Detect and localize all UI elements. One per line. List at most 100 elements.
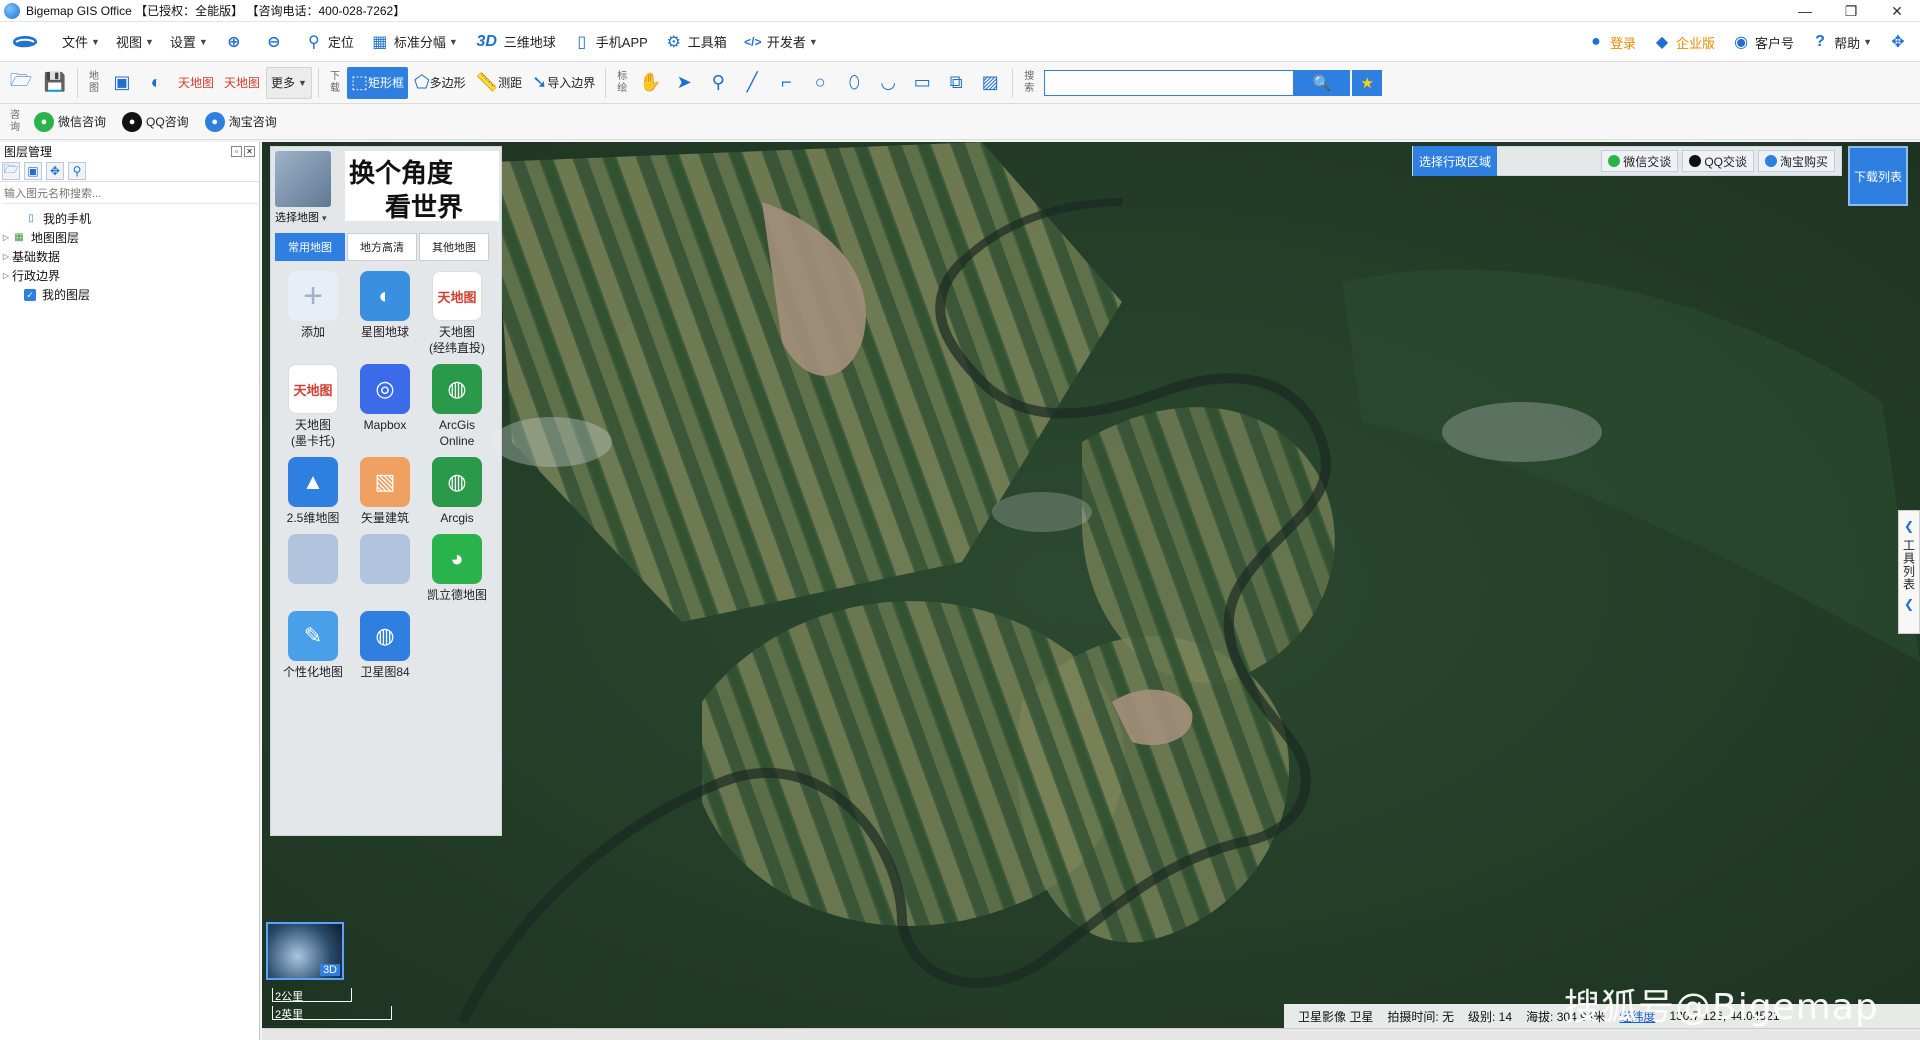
search-layer-button[interactable]: ⚲ xyxy=(68,161,86,180)
current-map-thumbnail[interactable] xyxy=(275,151,331,207)
close-icon[interactable]: ✕ xyxy=(244,145,255,157)
map-source-item[interactable]: ✎ 个性化地图 xyxy=(277,611,349,680)
map-source-item[interactable]: ◍ ArcGis Online xyxy=(421,364,493,449)
map-source-item[interactable]: 天地图 天地图 (经纬直投) xyxy=(421,271,493,356)
map-source-button-3[interactable]: 天地图 xyxy=(174,67,218,99)
tree-item-base-data[interactable]: ▷ 基础数据 xyxy=(0,247,259,266)
map-view[interactable]: 选择地图 ▾ 换个角度 看世界 常用地图 地方高清 其他地图 + 添加 ◐ 星图地球 天地… xyxy=(262,142,1920,1028)
rectangle-select-button[interactable]: ⬚ 矩形框 xyxy=(346,66,408,99)
search-input[interactable] xyxy=(1044,69,1295,96)
tree-item-map-layers[interactable]: ▷ ▦ 地图图层 xyxy=(0,228,259,247)
wechat-chat-button[interactable]: 微信交谈 xyxy=(1601,150,1679,172)
scale-mi: 2英里 xyxy=(272,1006,392,1021)
map-source-item[interactable]: ◕ 凯立德地图 xyxy=(421,534,493,603)
map-source-item[interactable] xyxy=(349,534,421,603)
layer-search-input[interactable] xyxy=(2,184,258,204)
tab-other-maps[interactable]: 其他地图 xyxy=(419,233,489,261)
import-boundary-button[interactable]: ➘ 导入边界 xyxy=(528,67,599,99)
taobao-buy-button[interactable]: 淘宝购买 xyxy=(1757,150,1835,172)
save-layer-button[interactable]: ▣ xyxy=(24,161,42,180)
chevron-right-icon[interactable]: ▷ xyxy=(0,252,12,261)
download-list-button[interactable]: 下载列表 xyxy=(1848,146,1908,206)
menu-settings[interactable]: 设置 ▼ xyxy=(162,22,216,62)
save-button[interactable]: 💾 xyxy=(39,67,71,99)
app-menu-icon[interactable] xyxy=(0,22,54,62)
pin-icon[interactable]: ▫ xyxy=(231,145,242,157)
tree-item-admin-boundary[interactable]: ▷ 行政边界 xyxy=(0,266,259,285)
map-source-item[interactable]: ▧ 矢量建筑 xyxy=(349,457,421,526)
map-source-item[interactable]: 天地图 天地图 (墨卡托) xyxy=(277,364,349,449)
menu-view[interactable]: 视图 ▼ xyxy=(108,22,162,62)
open-file-button[interactable]: 🗁 xyxy=(5,67,37,99)
marker-tool-button[interactable]: ⚲ xyxy=(702,67,734,99)
developer-label: 开发者 xyxy=(766,35,806,50)
login-button[interactable]: ● 登录 xyxy=(1578,22,1644,62)
map-source-item[interactable]: ◍ 卫星图84 xyxy=(349,611,421,680)
three-d-earth-label: 三维地球 xyxy=(503,35,556,50)
ellipse-tool-button[interactable]: ⬯ xyxy=(838,67,870,99)
help-button[interactable]: ? 帮助 ▼ xyxy=(1802,22,1880,62)
qq-chat-button[interactable]: QQ交谈 xyxy=(1682,150,1754,172)
map-source-item[interactable]: + 添加 xyxy=(277,271,349,356)
chevron-right-icon[interactable]: ▷ xyxy=(0,271,12,280)
more-maps-label: 更多 xyxy=(271,76,296,90)
measure-button[interactable]: 📏 测距 xyxy=(472,67,526,99)
locate-button[interactable]: ⚲ 定位 xyxy=(296,22,362,62)
standard-sheet-button[interactable]: ▦ 标准分幅 ▼ xyxy=(362,22,466,62)
account-button[interactable]: ◉ 客户号 xyxy=(1723,22,1802,62)
open-layer-button[interactable]: 🗁 xyxy=(2,161,20,180)
select-admin-region-button[interactable]: 选择行政区域 xyxy=(1413,146,1498,176)
map-source-item[interactable]: ◐ 星图地球 xyxy=(349,271,421,356)
polyline-tool-button[interactable]: ⌐ xyxy=(770,67,802,99)
favorites-button[interactable]: ★ xyxy=(1352,69,1383,96)
chevron-left-icon[interactable]: ❮ xyxy=(1904,519,1914,533)
map-source-item[interactable]: ◍ Arcgis xyxy=(421,457,493,526)
map-source-item[interactable] xyxy=(277,534,349,603)
taobao-consult-button[interactable]: ● 淘宝咨询 xyxy=(197,108,285,136)
more-maps-button[interactable]: 更多 ▼ xyxy=(266,66,312,99)
tab-common-maps[interactable]: 常用地图 xyxy=(275,233,345,261)
circle-tool-button[interactable]: ○ xyxy=(804,67,836,99)
map-source-button-2[interactable]: ◐ xyxy=(140,67,172,99)
rectangle-tool-button[interactable]: ▭ xyxy=(906,67,938,99)
tree-item-my-layers[interactable]: ✓ 我的图层 xyxy=(0,285,259,304)
image-overlay-button[interactable]: ▨ xyxy=(974,67,1006,99)
wechat-consult-button[interactable]: ● 微信咨询 xyxy=(26,108,114,136)
chevron-left-icon[interactable]: ❮ xyxy=(1904,597,1914,611)
close-button[interactable]: ✕ xyxy=(1874,0,1920,22)
map-source-button-4[interactable]: 天地图 xyxy=(220,67,264,99)
developer-button[interactable]: </> 开发者 ▼ xyxy=(735,22,826,62)
menu-file[interactable]: 文件 ▼ xyxy=(54,22,108,62)
enterprise-button[interactable]: ◆ 企业版 xyxy=(1644,22,1723,62)
label-tool-button[interactable]: ⧉ xyxy=(940,67,972,99)
map-source-button-1[interactable]: ▣ xyxy=(106,67,138,99)
admin-region-bar: 选择行政区域 微信交谈 QQ交谈 淘宝购买 xyxy=(1412,146,1842,176)
tab-local-hd[interactable]: 地方高清 xyxy=(347,233,417,261)
checkbox-checked-icon[interactable]: ✓ xyxy=(24,288,36,301)
toolbox-button[interactable]: ⚙ 工具箱 xyxy=(656,22,735,62)
three-d-earth-button[interactable]: 3D 三维地球 xyxy=(466,22,564,62)
mini-map-3d-toggle[interactable]: 3D xyxy=(266,922,344,980)
maximize-button[interactable]: ❐ xyxy=(1828,0,1874,22)
search-button[interactable]: 🔍 xyxy=(1294,69,1351,96)
polygon-select-button[interactable]: ⬠ 多边形 xyxy=(410,67,470,99)
zoom-in-button[interactable]: ⊕ xyxy=(216,22,256,62)
zoom-out-button[interactable]: ⊖ xyxy=(256,22,296,62)
minimize-button[interactable]: — xyxy=(1782,0,1828,22)
right-tool-strip[interactable]: ❮ 工具列表 ❮ xyxy=(1898,510,1920,634)
tree-item-my-phone[interactable]: ▯ 我的手机 xyxy=(0,209,259,228)
map-source-item[interactable]: ◎ Mapbox xyxy=(349,364,421,449)
qq-consult-button[interactable]: ● QQ咨询 xyxy=(114,108,197,136)
select-tool-button[interactable]: ➤ xyxy=(668,67,700,99)
network-settings-button[interactable]: ✥ xyxy=(1880,22,1920,62)
qq-icon: ● xyxy=(122,111,143,132)
chevron-right-icon[interactable]: ▷ xyxy=(0,233,12,242)
curve-tool-button[interactable]: ◡ xyxy=(872,67,904,99)
map-source-item[interactable]: ▲ 2.5维地图 xyxy=(277,457,349,526)
mobile-app-button[interactable]: ▯ 手机APP xyxy=(564,22,656,62)
select-map-button[interactable]: 选择地图 ▾ xyxy=(275,209,327,225)
expand-all-button[interactable]: ✥ xyxy=(46,161,64,180)
pan-tool-button[interactable]: ✋ xyxy=(634,67,666,99)
line-tool-button[interactable]: ╱ xyxy=(736,67,768,99)
save-icon: 💾 xyxy=(43,72,67,92)
